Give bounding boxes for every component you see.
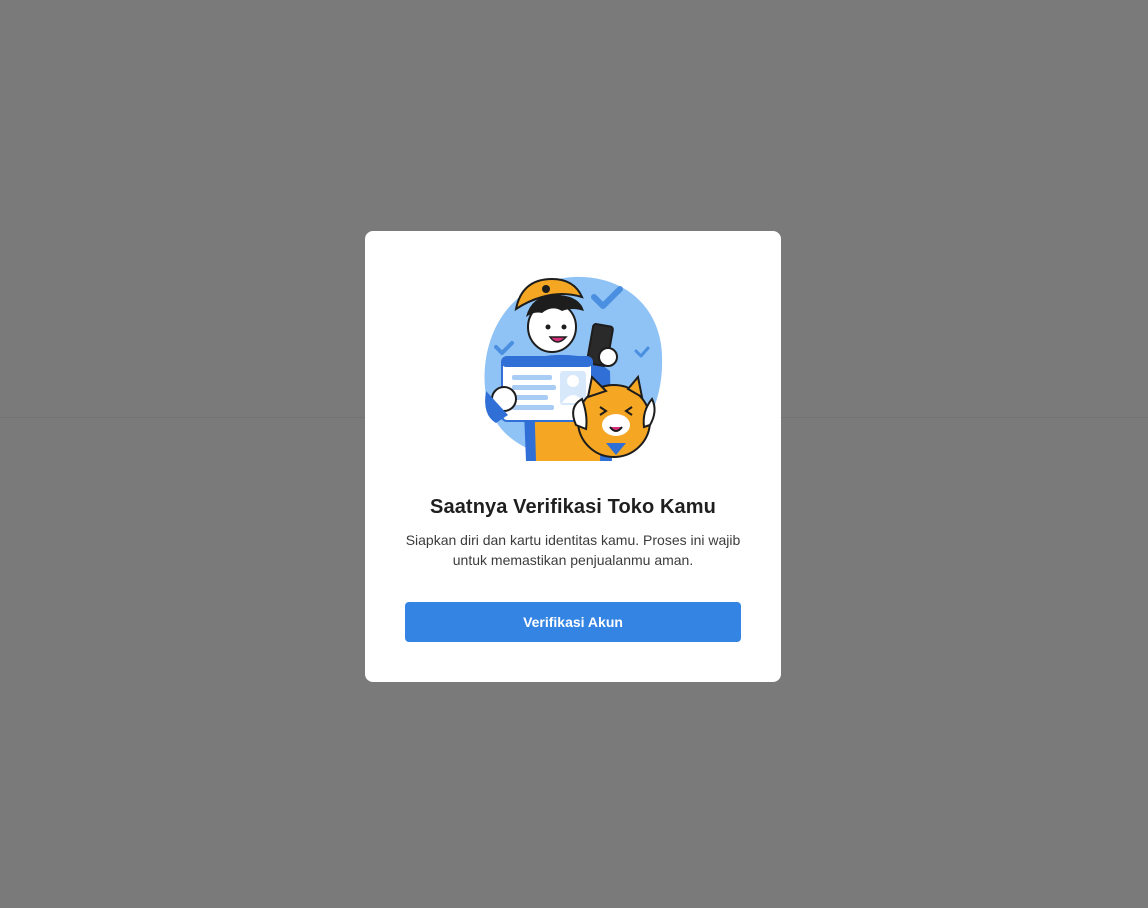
- verification-illustration: [482, 275, 666, 461]
- verify-account-button[interactable]: Verifikasi Akun: [405, 602, 741, 642]
- illustration-svg: [484, 276, 663, 461]
- verification-modal: Saatnya Verifikasi Toko Kamu Siapkan dir…: [365, 231, 781, 682]
- modal-description: Siapkan diri dan kartu identitas kamu. P…: [405, 532, 741, 568]
- modal-title: Saatnya Verifikasi Toko Kamu: [430, 496, 716, 518]
- page-overlay[interactable]: Saatnya Verifikasi Toko Kamu Siapkan dir…: [0, 0, 1148, 908]
